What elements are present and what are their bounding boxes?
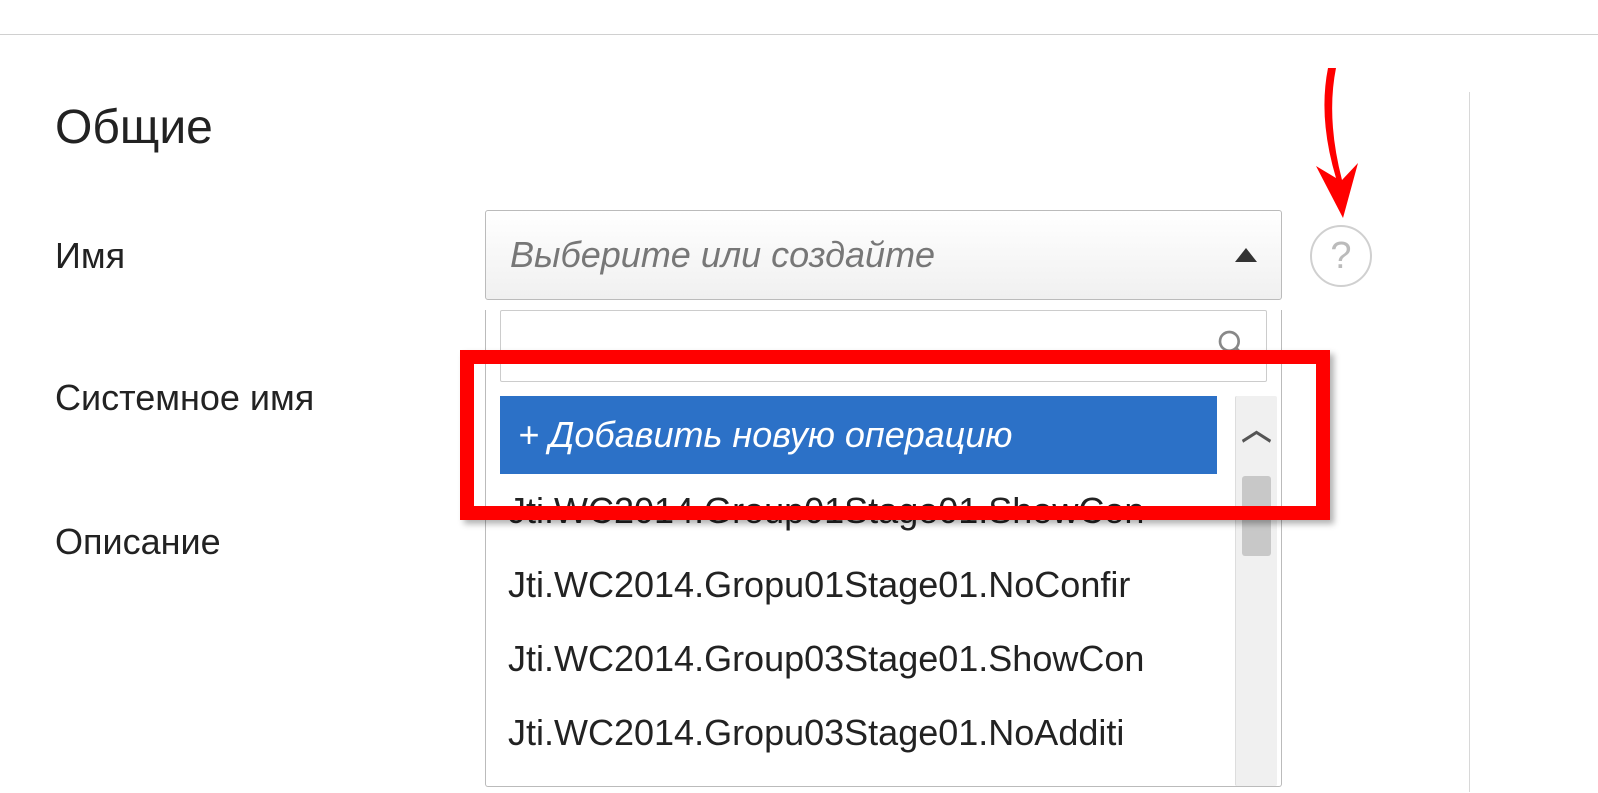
combobox-placeholder: Выберите или создайте xyxy=(510,234,935,276)
combobox-header[interactable]: Выберите или создайте xyxy=(485,210,1282,300)
scrollbar-thumb[interactable] xyxy=(1242,476,1271,556)
field-row-description: Описание xyxy=(55,521,221,563)
options-viewport: + Добавить новую операцию Jti.WC2014.Gro… xyxy=(486,396,1281,786)
search-icon xyxy=(1216,328,1248,365)
section-title: Общие xyxy=(55,100,213,155)
dropdown-search-input[interactable] xyxy=(500,310,1267,382)
dropdown-panel: + Добавить новую операцию Jti.WC2014.Gro… xyxy=(485,310,1282,787)
field-row-system-name: Системное имя xyxy=(55,377,314,419)
list-item[interactable]: Jti.WC2014.Group03Stage01.ShowCon xyxy=(486,622,1231,696)
caret-up-icon xyxy=(1235,248,1257,262)
right-panel-divider xyxy=(1469,92,1470,792)
help-button[interactable]: ? xyxy=(1310,225,1372,287)
label-system-name: Системное имя xyxy=(55,377,314,419)
list-item[interactable]: Jti.WC2014.Gropu03Stage01.NoAdditi xyxy=(486,696,1231,770)
annotation-arrow-icon xyxy=(1288,58,1378,233)
name-combobox: Выберите или создайте + Добавить новую о… xyxy=(485,210,1282,787)
label-name: Имя xyxy=(55,235,125,277)
label-description: Описание xyxy=(55,521,221,563)
list-item[interactable]: Jti.WC2014.Group01Stage01.ShowCon xyxy=(486,474,1231,548)
chevron-up-icon: ︿ xyxy=(1242,416,1272,446)
top-divider xyxy=(0,34,1598,35)
options-list: + Добавить новую операцию Jti.WC2014.Gro… xyxy=(486,396,1281,770)
field-row-name: Имя xyxy=(55,235,125,277)
scrollbar[interactable]: ︿ xyxy=(1235,396,1277,786)
list-item[interactable]: Jti.WC2014.Gropu01Stage01.NoConfir xyxy=(486,548,1231,622)
question-icon: ? xyxy=(1330,235,1351,278)
add-new-operation-item[interactable]: + Добавить новую операцию xyxy=(500,396,1217,474)
